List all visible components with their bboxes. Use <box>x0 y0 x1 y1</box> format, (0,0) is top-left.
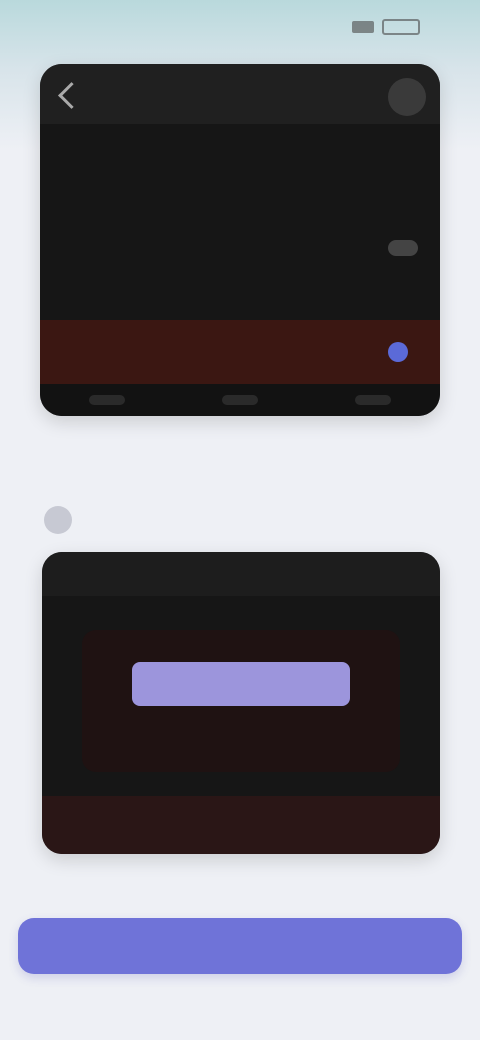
battery-icon <box>382 19 420 35</box>
mockup2-header <box>42 552 440 596</box>
back-arrow-icon <box>58 82 85 109</box>
close-icon <box>388 78 426 116</box>
mockup2-dialog <box>82 630 400 772</box>
tutorial-screen <box>0 0 480 1040</box>
signal-icon <box>352 21 374 33</box>
nav-item <box>88 395 125 405</box>
primary-action-button[interactable] <box>18 918 462 974</box>
nav-item <box>355 395 392 405</box>
instruction-step <box>44 500 444 536</box>
mockup2-dialog-button <box>132 662 350 706</box>
screenshot-mockup-1 <box>40 64 440 416</box>
status-time <box>40 14 136 40</box>
step-number <box>44 506 72 534</box>
screenshot-mockup-2 <box>42 552 440 854</box>
status-icons <box>352 19 442 35</box>
toggle-icon <box>388 240 418 256</box>
nav-item <box>221 395 258 405</box>
status-bar <box>0 0 480 56</box>
mockup2-footer <box>42 796 440 854</box>
mockup-bottom-nav <box>40 384 440 416</box>
radio-selected-icon <box>388 342 408 362</box>
mockup-highlighted-row <box>40 320 440 384</box>
mockup-topbar <box>40 64 440 124</box>
